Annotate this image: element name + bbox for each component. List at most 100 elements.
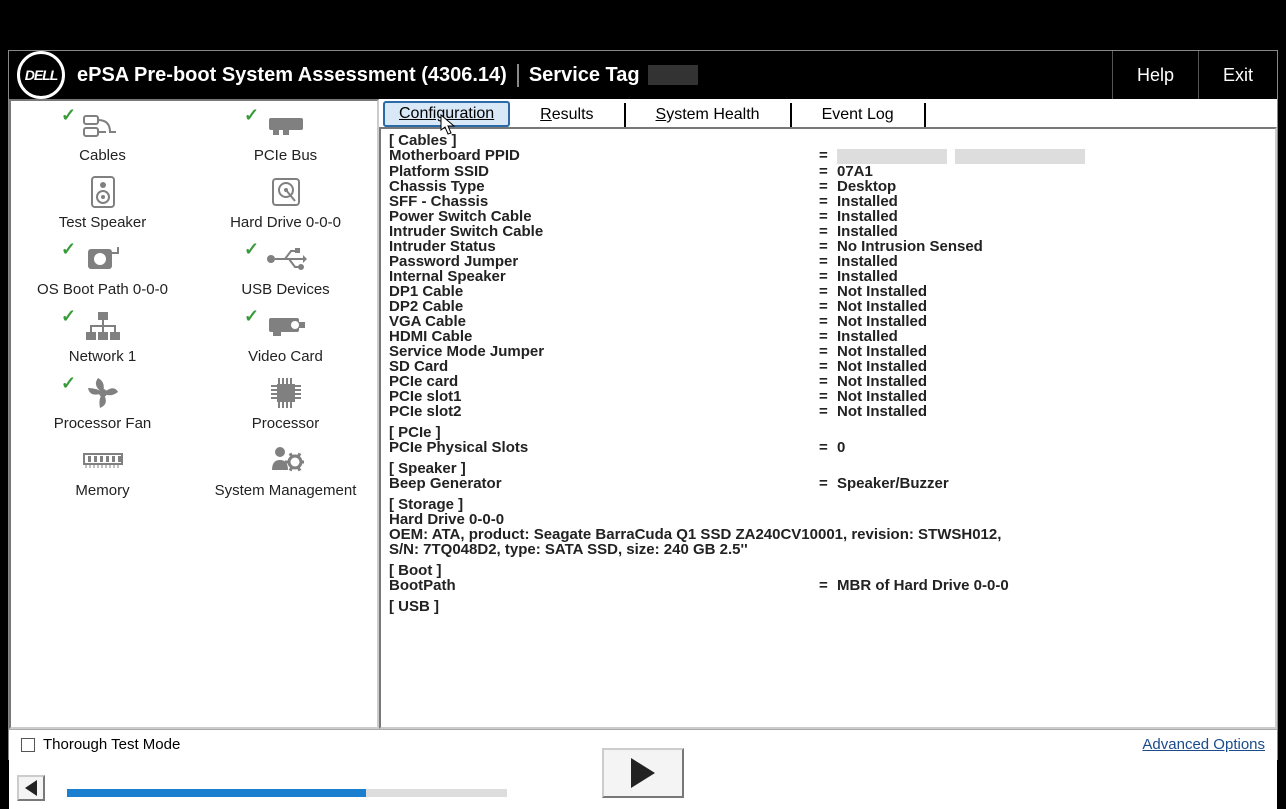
device-label: Hard Drive 0-0-0 <box>230 214 341 231</box>
service-tag-label: Service Tag <box>529 64 640 87</box>
config-row: Intruder Status= No Intrusion Sensed <box>389 239 1267 254</box>
config-row: SD Card= Not Installed <box>389 359 1267 374</box>
device-item-fan[interactable]: ✓Processor Fan <box>11 369 194 436</box>
device-item-memory[interactable]: Memory <box>11 436 194 503</box>
check-icon: ✓ <box>244 306 259 327</box>
config-row: VGA Cable= Not Installed <box>389 314 1267 329</box>
config-row: HDMI Cable= Installed <box>389 329 1267 344</box>
progress-bar <box>67 789 507 797</box>
config-key: PCIe slot2 <box>389 404 819 419</box>
config-value: Speaker/Buzzer <box>837 476 949 491</box>
device-item-network[interactable]: ✓Network 1 <box>11 302 194 369</box>
service-tag: Service Tag <box>517 64 698 87</box>
device-item-pcie[interactable]: ✓PCIe Bus <box>194 101 377 168</box>
config-value: Installed <box>837 209 898 224</box>
config-value: 07A1 <box>837 164 873 179</box>
section-header: [ PCIe ] <box>389 425 1267 440</box>
config-row: PCIe Physical Slots= 0 <box>389 440 1267 455</box>
check-icon: ✓ <box>61 306 76 327</box>
config-key: Chassis Type <box>389 179 819 194</box>
footer: Thorough Test Mode Advanced Options <box>9 729 1277 809</box>
speaker-icon <box>82 176 124 208</box>
config-row: Password Jumper= Installed <box>389 254 1267 269</box>
config-row: Beep Generator= Speaker/Buzzer <box>389 476 1267 491</box>
tab-event-log[interactable]: Event Log <box>792 103 926 127</box>
device-item-speaker[interactable]: Test Speaker <box>11 168 194 235</box>
device-item-cpu[interactable]: Processor <box>194 369 377 436</box>
config-key: Motherboard PPID <box>389 148 819 164</box>
exit-button[interactable]: Exit <box>1198 51 1277 99</box>
tab-configuration[interactable]: Configuration <box>383 101 510 127</box>
back-button[interactable] <box>17 775 45 801</box>
config-key: BootPath <box>389 578 819 593</box>
device-label: Test Speaker <box>59 214 147 231</box>
section-header: [ Speaker ] <box>389 461 1267 476</box>
device-label: Video Card <box>248 348 323 365</box>
device-item-usb[interactable]: ✓ USB Devices <box>194 235 377 302</box>
cpu-icon <box>265 377 307 409</box>
config-key: SD Card <box>389 359 819 374</box>
config-value <box>837 148 1085 164</box>
config-value: Not Installed <box>837 374 927 389</box>
config-key: HDMI Cable <box>389 329 819 344</box>
tab-results[interactable]: Results <box>510 103 625 127</box>
device-panel: ✓ Cables ✓PCIe Bus Test Speaker Hard Drive 0… <box>9 99 379 729</box>
thorough-test-mode-checkbox[interactable]: Thorough Test Mode <box>21 736 180 753</box>
device-item-hdd[interactable]: Hard Drive 0-0-0 <box>194 168 377 235</box>
config-row: Power Switch Cable= Installed <box>389 209 1267 224</box>
checkbox-icon[interactable] <box>21 738 35 752</box>
config-row: Intruder Switch Cable= Installed <box>389 224 1267 239</box>
config-text: OEM: ATA, product: Seagate BarraCuda Q1 … <box>389 527 1267 542</box>
cables-icon <box>82 109 124 141</box>
config-key: Platform SSID <box>389 164 819 179</box>
config-row: Motherboard PPID= <box>389 148 1267 164</box>
config-value: Not Installed <box>837 299 927 314</box>
config-text: Hard Drive 0-0-0 <box>389 512 1267 527</box>
config-key: Intruder Switch Cable <box>389 224 819 239</box>
device-label: Processor Fan <box>54 415 152 432</box>
configuration-content[interactable]: [ Cables ]Motherboard PPID= Platform SSI… <box>379 127 1277 729</box>
pcie-icon <box>265 109 307 141</box>
tab-system-health[interactable]: System Health <box>626 103 792 127</box>
sysmgmt-icon <box>265 444 307 476</box>
device-label: System Management <box>215 482 357 499</box>
config-row: SFF - Chassis= Installed <box>389 194 1267 209</box>
device-label: Cables <box>79 147 126 164</box>
thorough-label: Thorough Test Mode <box>43 736 180 753</box>
config-key: Power Switch Cable <box>389 209 819 224</box>
config-row: DP2 Cable= Not Installed <box>389 299 1267 314</box>
advanced-options-link[interactable]: Advanced Options <box>1142 736 1265 753</box>
config-value: MBR of Hard Drive 0-0-0 <box>837 578 1009 593</box>
config-value: Installed <box>837 269 898 284</box>
device-item-bootpath[interactable]: ✓OS Boot Path 0-0-0 <box>11 235 194 302</box>
config-key: Service Mode Jumper <box>389 344 819 359</box>
config-value: Desktop <box>837 179 896 194</box>
config-row: Platform SSID= 07A1 <box>389 164 1267 179</box>
config-key: Internal Speaker <box>389 269 819 284</box>
config-value: Not Installed <box>837 314 927 329</box>
check-icon: ✓ <box>244 239 259 260</box>
fan-icon <box>82 377 124 409</box>
config-key: Beep Generator <box>389 476 819 491</box>
device-label: USB Devices <box>241 281 329 298</box>
check-icon: ✓ <box>61 105 76 126</box>
device-item-cables[interactable]: ✓ Cables <box>11 101 194 168</box>
config-row: BootPath= MBR of Hard Drive 0-0-0 <box>389 578 1267 593</box>
config-value: Installed <box>837 254 898 269</box>
config-value: Installed <box>837 224 898 239</box>
section-header: [ Boot ] <box>389 563 1267 578</box>
config-value: Not Installed <box>837 344 927 359</box>
device-item-sysmgmt[interactable]: System Management <box>194 436 377 503</box>
config-key: PCIe slot1 <box>389 389 819 404</box>
run-button[interactable] <box>602 748 684 798</box>
help-button[interactable]: Help <box>1112 51 1198 99</box>
config-row: PCIe slot1= Not Installed <box>389 389 1267 404</box>
tab-bar: Configuration Results System Health Even… <box>379 99 1277 127</box>
config-key: SFF - Chassis <box>389 194 819 209</box>
config-value: Not Installed <box>837 389 927 404</box>
config-key: DP1 Cable <box>389 284 819 299</box>
device-item-video[interactable]: ✓ Video Card <box>194 302 377 369</box>
section-header: [ Storage ] <box>389 497 1267 512</box>
config-row: Service Mode Jumper= Not Installed <box>389 344 1267 359</box>
title-bar: DELL ePSA Pre-boot System Assessment (43… <box>9 51 1277 99</box>
